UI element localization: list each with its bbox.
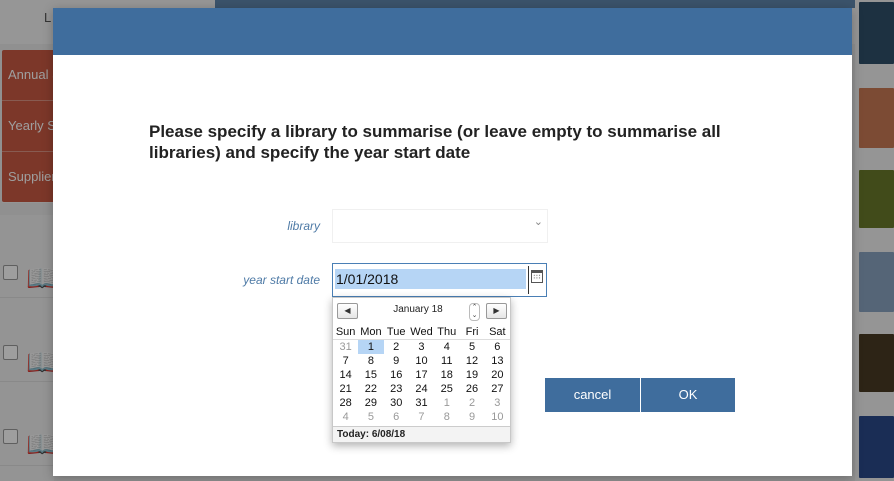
calendar-day[interactable]: 3: [485, 396, 510, 410]
library-select[interactable]: ⌄: [332, 209, 548, 243]
calendar-day[interactable]: 9: [384, 354, 409, 368]
weekday-header: Mon: [358, 325, 384, 340]
calendar-day[interactable]: 13: [485, 354, 510, 368]
calendar-day[interactable]: 27: [485, 382, 510, 396]
calendar-grid: Sun Mon Tue Wed Thu Fri Sat 31 1 2 3 4 5 6 7 8 9 10 11 12 1…: [333, 325, 510, 424]
prev-arrow-icon[interactable]: ◀: [337, 303, 358, 319]
calendar-day[interactable]: 5: [459, 340, 484, 355]
calendar-day[interactable]: 8: [358, 354, 383, 368]
year-start-date-input[interactable]: 1/01/2018: [332, 263, 547, 297]
calendar-week-row: 4 5 6 7 8 9 10: [333, 410, 510, 424]
calendar-day[interactable]: 4: [333, 410, 358, 424]
calendar-day[interactable]: 14: [333, 368, 358, 382]
calendar-month-label: January 18: [393, 304, 443, 315]
calendar-day[interactable]: 20: [485, 368, 510, 382]
dialog-prompt: Please specify a library to summarise (o…: [149, 122, 721, 162]
cancel-button[interactable]: cancel: [545, 378, 640, 412]
ok-button[interactable]: OK: [641, 378, 735, 412]
calendar-day[interactable]: 30: [384, 396, 409, 410]
calendar-day[interactable]: 1: [358, 339, 384, 354]
weekday-header: Sun: [333, 325, 359, 340]
dialog-header-bar: [53, 8, 852, 55]
calendar-day[interactable]: 18: [434, 368, 459, 382]
calendar-day[interactable]: 15: [358, 368, 383, 382]
next-arrow-icon[interactable]: ▶: [486, 303, 507, 319]
calendar-day[interactable]: 28: [333, 396, 358, 410]
spinner-icon[interactable]: ⌃ ⌄: [469, 303, 480, 321]
calendar-week-row: 21 22 23 24 25 26 27: [333, 382, 510, 396]
calendar-day[interactable]: 29: [358, 396, 383, 410]
text-caret: [528, 266, 529, 294]
calendar-day[interactable]: 31: [409, 396, 434, 410]
calendar-day[interactable]: 23: [384, 382, 409, 396]
calendar-week-row: 31 1 2 3 4 5 6: [333, 339, 510, 355]
date-picker-popup: ◀ January 18 ⌃ ⌄ ▶ Sun Mon Tue Wed Thu Fri Sat …: [332, 297, 511, 443]
calendar-day[interactable]: 12: [459, 354, 484, 368]
calendar-day[interactable]: 31: [333, 340, 358, 355]
calendar-icon[interactable]: [531, 270, 543, 283]
calendar-week-row: 14 15 16 17 18 19 20: [333, 368, 510, 382]
calendar-week-row: 7 8 9 10 11 12 13: [333, 354, 510, 368]
calendar-day[interactable]: 6: [384, 410, 409, 424]
calendar-day[interactable]: 11: [434, 354, 459, 368]
calendar-day[interactable]: 6: [485, 340, 510, 355]
library-label: library: [287, 219, 320, 233]
weekday-header: Tue: [383, 325, 409, 340]
calendar-day[interactable]: 17: [409, 368, 434, 382]
calendar-day[interactable]: 22: [358, 382, 383, 396]
calendar-day[interactable]: 8: [434, 410, 459, 424]
calendar-day[interactable]: 21: [333, 382, 358, 396]
calendar-day[interactable]: 2: [384, 340, 409, 355]
calendar-day[interactable]: 2: [459, 396, 484, 410]
calendar-day[interactable]: 25: [434, 382, 459, 396]
calendar-day[interactable]: 5: [358, 410, 383, 424]
calendar-day[interactable]: 24: [409, 382, 434, 396]
calendar-day[interactable]: 9: [459, 410, 484, 424]
calendar-week-row: 28 29 30 31 1 2 3: [333, 396, 510, 410]
calendar-day[interactable]: 4: [434, 340, 459, 355]
calendar-today-label[interactable]: Today: 6/08/18: [333, 426, 510, 442]
weekday-header: Sat: [484, 325, 510, 340]
calendar-day[interactable]: 7: [409, 410, 434, 424]
calendar-day[interactable]: 26: [459, 382, 484, 396]
weekday-header: Fri: [459, 325, 485, 340]
calendar-day[interactable]: 16: [384, 368, 409, 382]
calendar-day[interactable]: 3: [409, 340, 434, 355]
chevron-down-icon: ⌄: [533, 216, 543, 228]
calendar-day[interactable]: 7: [333, 354, 358, 368]
calendar-day[interactable]: 19: [459, 368, 484, 382]
weekday-header: Wed: [408, 325, 435, 340]
year-start-label: year start date: [243, 273, 320, 287]
weekday-header: Thu: [434, 325, 460, 340]
calendar-day[interactable]: 10: [409, 354, 434, 368]
calendar-day[interactable]: 10: [485, 410, 510, 424]
year-start-date-value: 1/01/2018: [335, 269, 526, 289]
calendar-day[interactable]: 1: [434, 396, 459, 410]
